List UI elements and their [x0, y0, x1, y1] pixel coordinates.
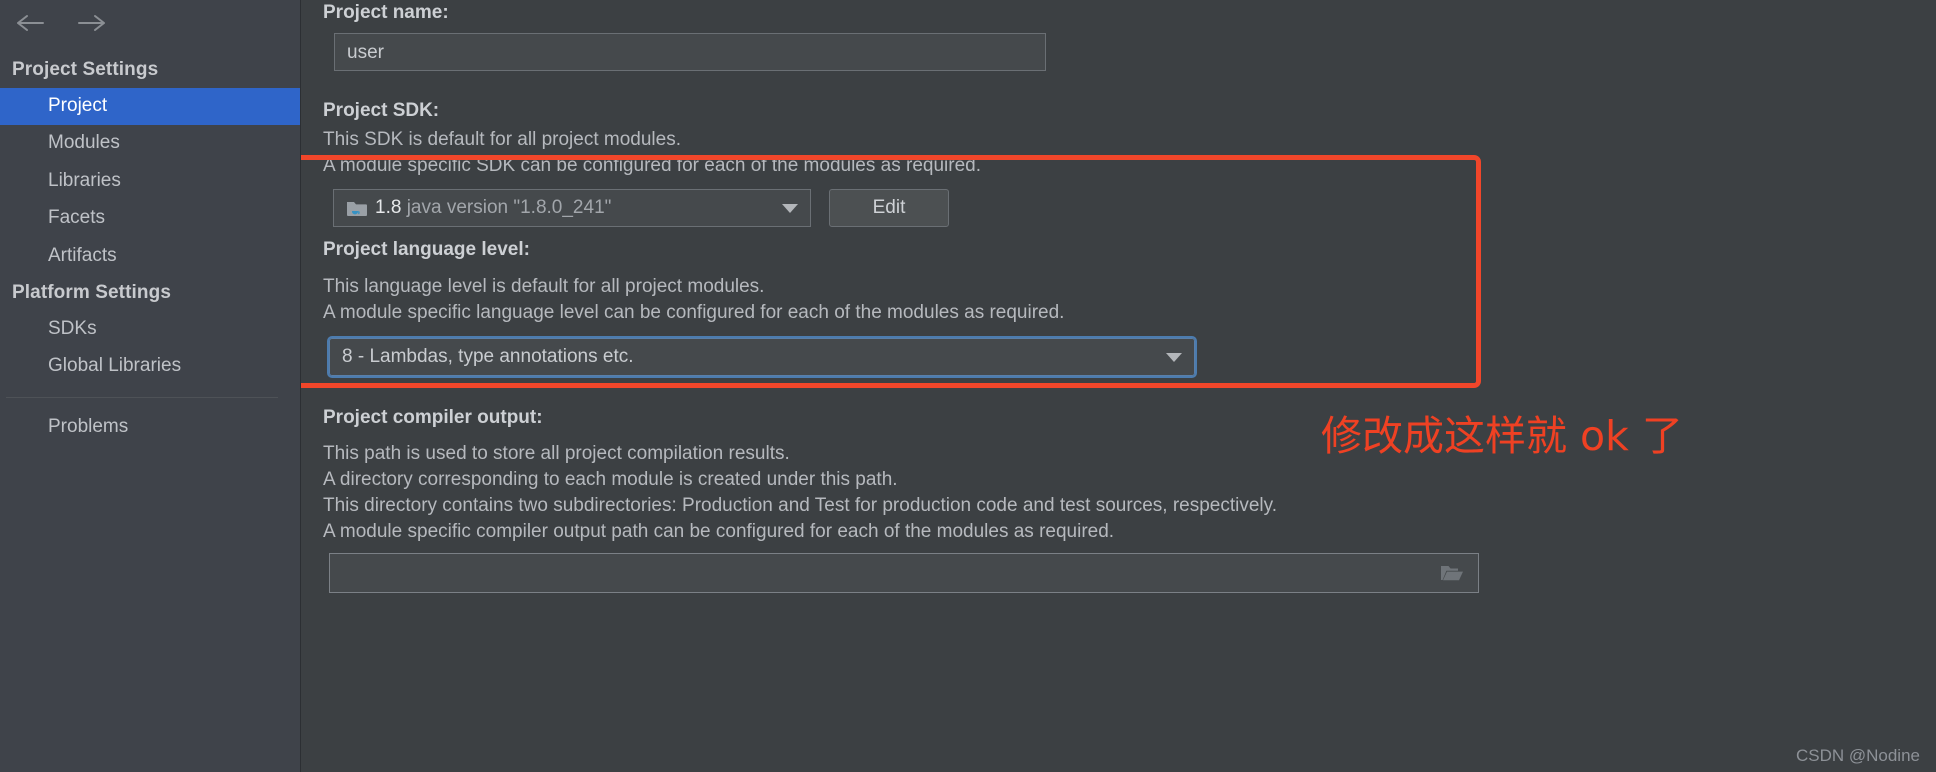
language-level-value: 8 - Lambdas, type annotations etc. — [342, 346, 634, 367]
sidebar-item-problems[interactable]: Problems — [0, 409, 300, 446]
project-name-label: Project name: — [323, 2, 449, 23]
java-sdk-folder-icon — [346, 199, 368, 218]
nav-group-title-project-settings: Project Settings — [12, 59, 159, 80]
settings-sidebar: Project Settings Project Modules Librari… — [0, 0, 301, 772]
project-sdk-label: Project SDK: — [323, 100, 440, 121]
chinese-annotation: 修改成这样就 ok 了 — [1321, 412, 1683, 460]
nav-group-title-platform-settings: Platform Settings — [12, 282, 171, 304]
csdn-watermark: CSDN @Nodine — [1795, 746, 1920, 765]
compiler-output-desc-line-4: A module specific compiler output path c… — [323, 521, 1115, 542]
project-sdk-version: java version "1.8.0_241" — [406, 197, 612, 218]
sdk-edit-button[interactable]: Edit — [829, 189, 949, 227]
project-sdk-desc-line-1: This SDK is default for all project modu… — [323, 129, 681, 150]
project-sdk-combo-text: 1.8 java version "1.8.0_241" — [375, 197, 774, 219]
language-level-label: Project language level: — [323, 239, 530, 260]
sidebar-divider — [6, 396, 278, 398]
language-level-desc-line-2: A module specific language level can be … — [323, 302, 1065, 323]
arrow-right-icon[interactable] — [74, 8, 108, 38]
compiler-output-desc-line-3: This directory contains two subdirectori… — [323, 495, 1277, 516]
sidebar-item-global-libraries[interactable]: Global Libraries — [0, 348, 300, 385]
chevron-down-icon[interactable] — [782, 203, 798, 213]
sidebar-item-libraries[interactable]: Libraries — [0, 163, 300, 200]
settings-dialog: Project Settings Project Modules Librari… — [0, 0, 1936, 772]
compiler-output-desc-line-1: This path is used to store all project c… — [323, 443, 790, 464]
sidebar-item-artifacts[interactable]: Artifacts — [0, 238, 300, 275]
compiler-output-label: Project compiler output: — [323, 407, 543, 428]
sidebar-item-modules[interactable]: Modules — [0, 125, 300, 162]
navigation-arrows — [0, 0, 300, 46]
project-sdk-desc-line-2: A module specific SDK can be configured … — [323, 155, 981, 176]
sidebar-item-sdks[interactable]: SDKs — [0, 311, 300, 348]
project-sdk-combo[interactable]: 1.8 java version "1.8.0_241" — [333, 189, 811, 227]
chevron-down-icon[interactable] — [1166, 352, 1182, 362]
project-name-input[interactable]: user — [334, 33, 1046, 71]
arrow-left-icon[interactable] — [14, 8, 48, 38]
language-level-desc-line-1: This language level is default for all p… — [323, 276, 765, 297]
sidebar-item-facets[interactable]: Facets — [0, 200, 300, 237]
project-sdk-name: 1.8 — [375, 197, 407, 218]
sidebar-item-project[interactable]: Project — [0, 88, 300, 126]
folder-open-icon[interactable] — [1440, 564, 1464, 583]
compiler-output-path-input[interactable] — [329, 553, 1479, 593]
compiler-output-desc-line-2: A directory corresponding to each module… — [323, 469, 898, 490]
project-settings-panel: Project name: user Project SDK: This SDK… — [301, 0, 1936, 772]
language-level-combo[interactable]: 8 - Lambdas, type annotations etc. — [327, 336, 1197, 378]
